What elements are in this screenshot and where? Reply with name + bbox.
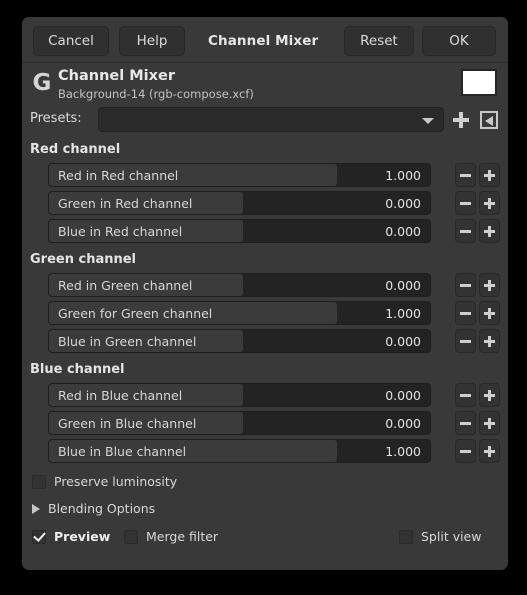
preserve-luminosity-label: Preserve luminosity bbox=[54, 474, 178, 489]
presets-row: Presets: bbox=[22, 106, 508, 135]
plus-icon[interactable] bbox=[479, 411, 500, 435]
gimp-logo-icon: G bbox=[32, 70, 52, 96]
channel-section-title: Green channel bbox=[30, 252, 137, 267]
slider-value: 0.000 bbox=[385, 416, 421, 431]
channel-slider-row: Red in Red channel 1.000 bbox=[22, 161, 508, 189]
plus-icon[interactable] bbox=[479, 439, 500, 463]
channel-slider[interactable]: Red in Blue channel 0.000 bbox=[48, 383, 431, 407]
channel-slider-row: Green in Red channel 0.000 bbox=[22, 189, 508, 217]
filter-header: G Channel Mixer Background-14 (rgb-compo… bbox=[22, 63, 508, 104]
minus-icon[interactable] bbox=[455, 273, 476, 297]
slider-value: 0.000 bbox=[385, 196, 421, 211]
slider-label: Red in Green channel bbox=[58, 278, 193, 293]
blending-options-row[interactable]: Blending Options bbox=[22, 496, 508, 523]
blending-options-label: Blending Options bbox=[48, 501, 156, 516]
plus-icon[interactable] bbox=[479, 219, 500, 243]
plus-icon[interactable] bbox=[479, 329, 500, 353]
plus-icon[interactable] bbox=[479, 163, 500, 187]
channel-slider[interactable]: Green in Red channel 0.000 bbox=[48, 191, 431, 215]
preview-row: Preview Merge filter Split view bbox=[22, 523, 508, 553]
channel-slider-row: Blue in Red channel 0.000 bbox=[22, 217, 508, 245]
split-view-label: Split view bbox=[421, 529, 482, 544]
filter-title: Channel Mixer bbox=[58, 68, 175, 84]
plus-icon[interactable] bbox=[479, 191, 500, 215]
chevron-right-icon[interactable] bbox=[32, 504, 40, 514]
slider-label: Green for Green channel bbox=[58, 306, 213, 321]
preserve-luminosity-checkbox[interactable] bbox=[32, 475, 46, 489]
slider-value: 0.000 bbox=[385, 278, 421, 293]
filter-subtitle: Background-14 (rgb-compose.xcf) bbox=[58, 87, 254, 101]
channel-slider-row: Red in Green channel 0.000 bbox=[22, 271, 508, 299]
minus-icon[interactable] bbox=[455, 329, 476, 353]
channel-slider-row: Blue in Green channel 0.000 bbox=[22, 327, 508, 355]
cancel-button[interactable]: Cancel bbox=[33, 26, 109, 56]
minus-icon[interactable] bbox=[455, 219, 476, 243]
chevron-down-icon bbox=[422, 118, 434, 124]
help-button[interactable]: Help bbox=[119, 26, 185, 56]
ok-button-label: OK bbox=[449, 33, 469, 49]
slider-label: Blue in Red channel bbox=[58, 224, 183, 239]
channel-sections: Red channel Red in Red channel 1.000 Green … bbox=[22, 135, 508, 465]
color-swatch[interactable] bbox=[461, 69, 497, 96]
plus-icon[interactable] bbox=[452, 111, 470, 129]
minus-icon[interactable] bbox=[455, 301, 476, 325]
preserve-luminosity-row: Preserve luminosity bbox=[22, 469, 508, 496]
slider-label: Green in Red channel bbox=[58, 196, 193, 211]
merge-filter-label: Merge filter bbox=[146, 529, 219, 544]
plus-icon[interactable] bbox=[479, 383, 500, 407]
slider-label: Green in Blue channel bbox=[58, 416, 197, 431]
slider-value: 0.000 bbox=[385, 224, 421, 239]
channel-slider-row: Red in Blue channel 0.000 bbox=[22, 381, 508, 409]
slider-label: Red in Red channel bbox=[58, 168, 179, 183]
minus-icon[interactable] bbox=[455, 163, 476, 187]
channel-slider-row: Green for Green channel 1.000 bbox=[22, 299, 508, 327]
slider-value: 0.000 bbox=[385, 334, 421, 349]
channel-mixer-dialog: Cancel Help Channel Mixer Reset OK G Cha… bbox=[22, 17, 508, 570]
preview-checkbox[interactable] bbox=[32, 530, 46, 544]
slider-label: Red in Blue channel bbox=[58, 388, 183, 403]
presets-combobox[interactable] bbox=[98, 107, 444, 132]
preset-menu-icon[interactable] bbox=[480, 111, 498, 129]
preview-label: Preview bbox=[54, 529, 111, 544]
slider-value: 1.000 bbox=[385, 444, 421, 459]
slider-value: 0.000 bbox=[385, 388, 421, 403]
plus-icon[interactable] bbox=[479, 273, 500, 297]
channel-slider-row: Green in Blue channel 0.000 bbox=[22, 409, 508, 437]
channel-slider[interactable]: Blue in Red channel 0.000 bbox=[48, 219, 431, 243]
help-button-label: Help bbox=[136, 33, 168, 49]
channel-section-title: Red channel bbox=[30, 142, 121, 157]
channel-slider-row: Blue in Blue channel 1.000 bbox=[22, 437, 508, 465]
slider-label: Blue in Green channel bbox=[58, 334, 197, 349]
plus-icon[interactable] bbox=[479, 301, 500, 325]
channel-section-title: Blue channel bbox=[30, 362, 125, 377]
channel-slider[interactable]: Blue in Green channel 0.000 bbox=[48, 329, 431, 353]
cancel-button-label: Cancel bbox=[48, 33, 94, 49]
channel-slider[interactable]: Red in Red channel 1.000 bbox=[48, 163, 431, 187]
presets-label: Presets: bbox=[30, 111, 82, 126]
channel-slider[interactable]: Blue in Blue channel 1.000 bbox=[48, 439, 431, 463]
minus-icon[interactable] bbox=[455, 191, 476, 215]
minus-icon[interactable] bbox=[455, 439, 476, 463]
dialog-toolbar: Cancel Help Channel Mixer Reset OK bbox=[22, 17, 508, 63]
minus-icon[interactable] bbox=[455, 383, 476, 407]
channel-slider[interactable]: Green in Blue channel 0.000 bbox=[48, 411, 431, 435]
reset-button-label: Reset bbox=[360, 33, 398, 49]
ok-button[interactable]: OK bbox=[422, 26, 496, 56]
slider-value: 1.000 bbox=[385, 168, 421, 183]
slider-value: 1.000 bbox=[385, 306, 421, 321]
split-view-checkbox[interactable] bbox=[399, 530, 413, 544]
slider-label: Blue in Blue channel bbox=[58, 444, 187, 459]
channel-slider[interactable]: Green for Green channel 1.000 bbox=[48, 301, 431, 325]
minus-icon[interactable] bbox=[455, 411, 476, 435]
merge-filter-checkbox[interactable] bbox=[124, 530, 138, 544]
dialog-title: Channel Mixer bbox=[208, 33, 319, 49]
channel-slider[interactable]: Red in Green channel 0.000 bbox=[48, 273, 431, 297]
reset-button[interactable]: Reset bbox=[344, 26, 414, 56]
